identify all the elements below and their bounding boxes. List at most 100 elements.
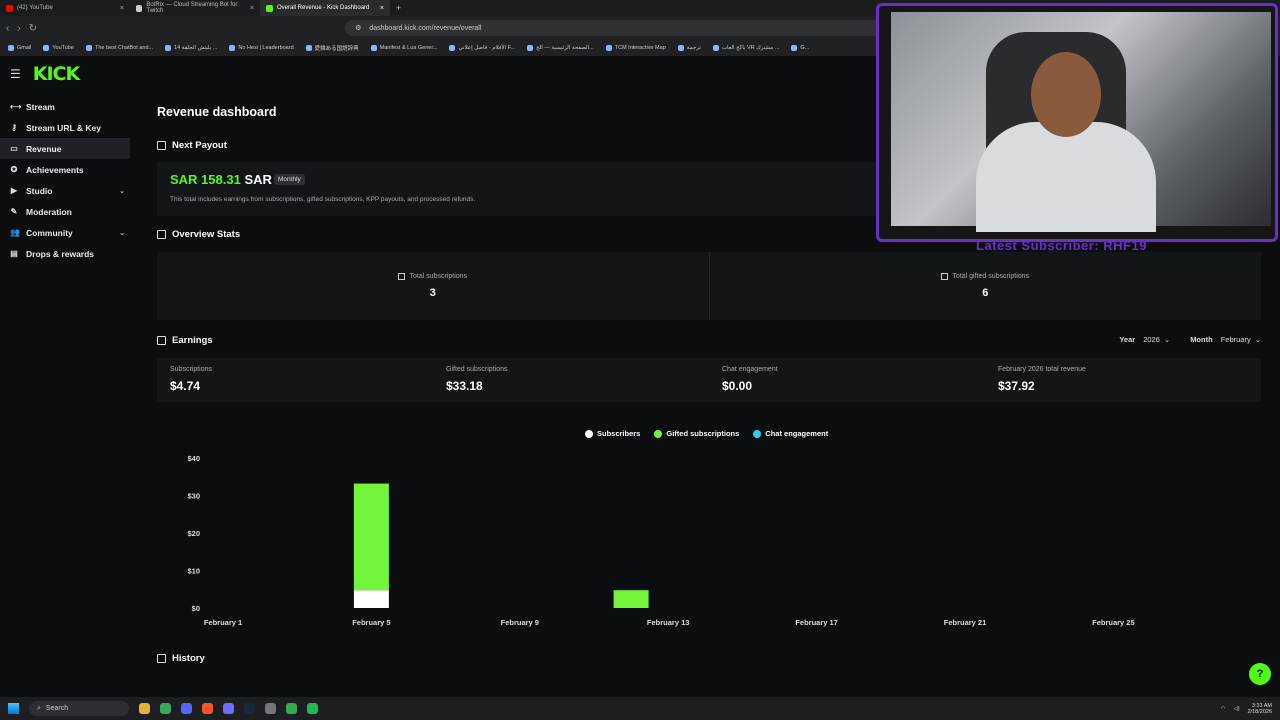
back-icon[interactable]: ‹	[6, 23, 9, 34]
chart-svg: $0 $10 $20 $30 $40 February 1 February 5 Februa…	[187, 454, 1134, 627]
bookmark-item[interactable]: YouTube	[43, 45, 74, 51]
legend-item[interactable]: Chat engagement	[753, 429, 828, 438]
legend-label: Subscribers	[597, 429, 641, 438]
file-explorer-icon[interactable]	[139, 703, 150, 714]
bookmark-item[interactable]: G...	[791, 45, 809, 51]
close-icon[interactable]: ×	[250, 5, 254, 12]
bookmark-item[interactable]: Gmail	[8, 45, 31, 51]
browser-tab[interactable]: BotRix — Cloud Streaming Bot for Twitch ×	[130, 0, 260, 16]
bookmark-item[interactable]: The best ChatBot and...	[86, 45, 153, 51]
year-select[interactable]: 2026 ⌄	[1143, 335, 1170, 344]
brave-icon[interactable]	[202, 703, 213, 714]
sidebar-item-stream[interactable]: ⟷ Stream	[0, 96, 135, 117]
bookmark-icon	[712, 45, 719, 51]
legend-item[interactable]: Gifted subscriptions	[654, 429, 739, 438]
link-icon: ⚷	[11, 123, 17, 132]
new-tab-button[interactable]: +	[390, 3, 407, 13]
revenue-icon: ▭	[10, 144, 18, 153]
site-info-icon[interactable]: ⚙	[355, 24, 361, 32]
windows-start-icon[interactable]	[8, 703, 19, 714]
spotify-icon[interactable]	[307, 703, 318, 714]
chevron-down-icon[interactable]: ⌄	[119, 187, 125, 195]
tab-label: Overall Revenue - Kick Dashboard	[277, 5, 370, 11]
earnings-card-value: $33.18	[446, 379, 483, 393]
taskbar-search[interactable]: ⌕ Search	[29, 701, 129, 716]
legend-item[interactable]: Subscribers	[585, 429, 640, 438]
earnings-card: Subscriptions $4.74	[157, 358, 433, 402]
bar-gifted-subscriptions	[613, 590, 649, 608]
close-icon[interactable]: ×	[380, 5, 384, 12]
bookmark-icon	[370, 45, 377, 51]
forward-icon[interactable]: ›	[17, 23, 20, 34]
payout-amount-value: SAR 158.31	[170, 172, 241, 187]
chevron-down-icon: ⌄	[1163, 335, 1171, 344]
sidebar-item-label: Achievements	[26, 164, 84, 175]
sidebar-item-revenue[interactable]: ▭ Revenue	[0, 138, 130, 159]
sidebar-item-moderation[interactable]: ✎ Moderation	[0, 201, 135, 222]
discord-icon[interactable]	[181, 703, 192, 714]
x-tick-label: February 5	[352, 618, 390, 627]
earnings-card: Gifted subscriptions $33.18	[433, 358, 709, 402]
app-header: ☰ KICK	[0, 56, 140, 92]
kick-logo[interactable]: KICK	[33, 63, 80, 85]
bookmark-label: YouTube	[52, 45, 74, 51]
sidebar-item-drops-rewards[interactable]: ▤ Drops & rewards	[0, 243, 135, 264]
chevron-down-icon[interactable]: ⌄	[119, 229, 125, 237]
section-title: History	[172, 653, 205, 664]
tab-label: BotRix — Cloud Streaming Bot for Twitch	[146, 2, 238, 14]
sidebar-item-stream-url-key[interactable]: ⚷ Stream URL & Key	[0, 117, 135, 138]
help-button[interactable]: ?	[1249, 663, 1271, 685]
search-icon: ⌕	[37, 704, 41, 712]
bookmark-item[interactable]: باكج العاب VR مشترك ...	[712, 45, 779, 51]
browser-tab[interactable]: Overall Revenue - Kick Dashboard ×	[260, 0, 390, 16]
sidebar-item-achievements[interactable]: ✪ Achievements	[0, 159, 135, 180]
reload-icon[interactable]: ↻	[29, 23, 37, 34]
moderation-icon: ✎	[10, 207, 18, 216]
steam-icon[interactable]	[244, 703, 255, 714]
bookmark-item[interactable]: No Hesi | Leaderboard	[229, 45, 294, 51]
webcam-overlay	[876, 3, 1278, 242]
overview-stats: Total subscriptions 3 Total gifted subsc…	[157, 252, 1261, 320]
bookmark-item[interactable]: Manifest & Lua Gener...	[370, 45, 438, 51]
page-title: Revenue dashboard	[157, 105, 277, 119]
chevron-down-icon: ⌄	[1254, 335, 1261, 344]
bookmark-item[interactable]: TCM Interactive Map	[605, 45, 666, 51]
app-icon[interactable]	[265, 703, 276, 714]
menu-icon[interactable]: ☰	[10, 67, 21, 81]
bookmark-item[interactable]: 愛嬌ある国語辞典	[305, 44, 359, 52]
legend-dot	[585, 429, 593, 438]
achievements-icon: ✪	[10, 165, 18, 174]
bookmark-label: No Hesi | Leaderboard	[238, 45, 294, 51]
sidebar-item-community[interactable]: 👥 Community ⌄	[0, 222, 135, 243]
app-icon[interactable]	[223, 703, 234, 714]
url-text: dashboard.kick.com/revenue/overall	[369, 24, 482, 32]
stat-label-text: Total gifted subscriptions	[952, 273, 1030, 280]
close-icon[interactable]: ×	[120, 5, 124, 12]
sidebar-item-label: Revenue	[26, 143, 62, 154]
bookmark-label: Manifest & Lua Gener...	[379, 45, 438, 51]
bookmark-icon	[86, 45, 92, 51]
bookmark-item[interactable]: بليتش الحلقة 14 ...	[165, 45, 217, 51]
payout-frequency-badge: Monthly	[274, 174, 305, 185]
stream-icon: ⟷	[10, 102, 22, 111]
browser-tab[interactable]: (42) YouTube ×	[0, 0, 130, 16]
history-icon	[157, 654, 166, 663]
bookmark-icon	[527, 45, 534, 51]
month-select[interactable]: February ⌄	[1221, 335, 1261, 344]
drops-icon: ▤	[10, 249, 18, 258]
streamer-head	[1031, 52, 1101, 137]
bookmark-item[interactable]: الأفلام - فاصل إعلاني F...	[449, 45, 515, 51]
legend-label: Gifted subscriptions	[666, 429, 740, 438]
chrome-icon[interactable]	[286, 703, 297, 714]
sidebar-item-studio[interactable]: ▶ Studio ⌄	[0, 180, 135, 201]
system-tray[interactable]: ◠ ◁) 3:33 AM 2/18/2026	[1221, 703, 1280, 715]
clock: 3:33 AM 2/18/2026	[1248, 703, 1272, 715]
sidebar-item-label: Community	[26, 227, 73, 238]
bookmark-item[interactable]: الصفحة الرئيسية — الج...	[527, 45, 594, 51]
month-value: February	[1220, 335, 1251, 344]
xbox-icon[interactable]	[160, 703, 171, 714]
bookmark-label: 愛嬌ある国語辞典	[314, 46, 359, 52]
bookmark-label: بليتش الحلقة 14 ...	[174, 45, 218, 51]
url-input[interactable]: ⚙ dashboard.kick.com/revenue/overall	[345, 20, 886, 36]
bookmark-item[interactable]: ترجمة	[677, 45, 701, 51]
